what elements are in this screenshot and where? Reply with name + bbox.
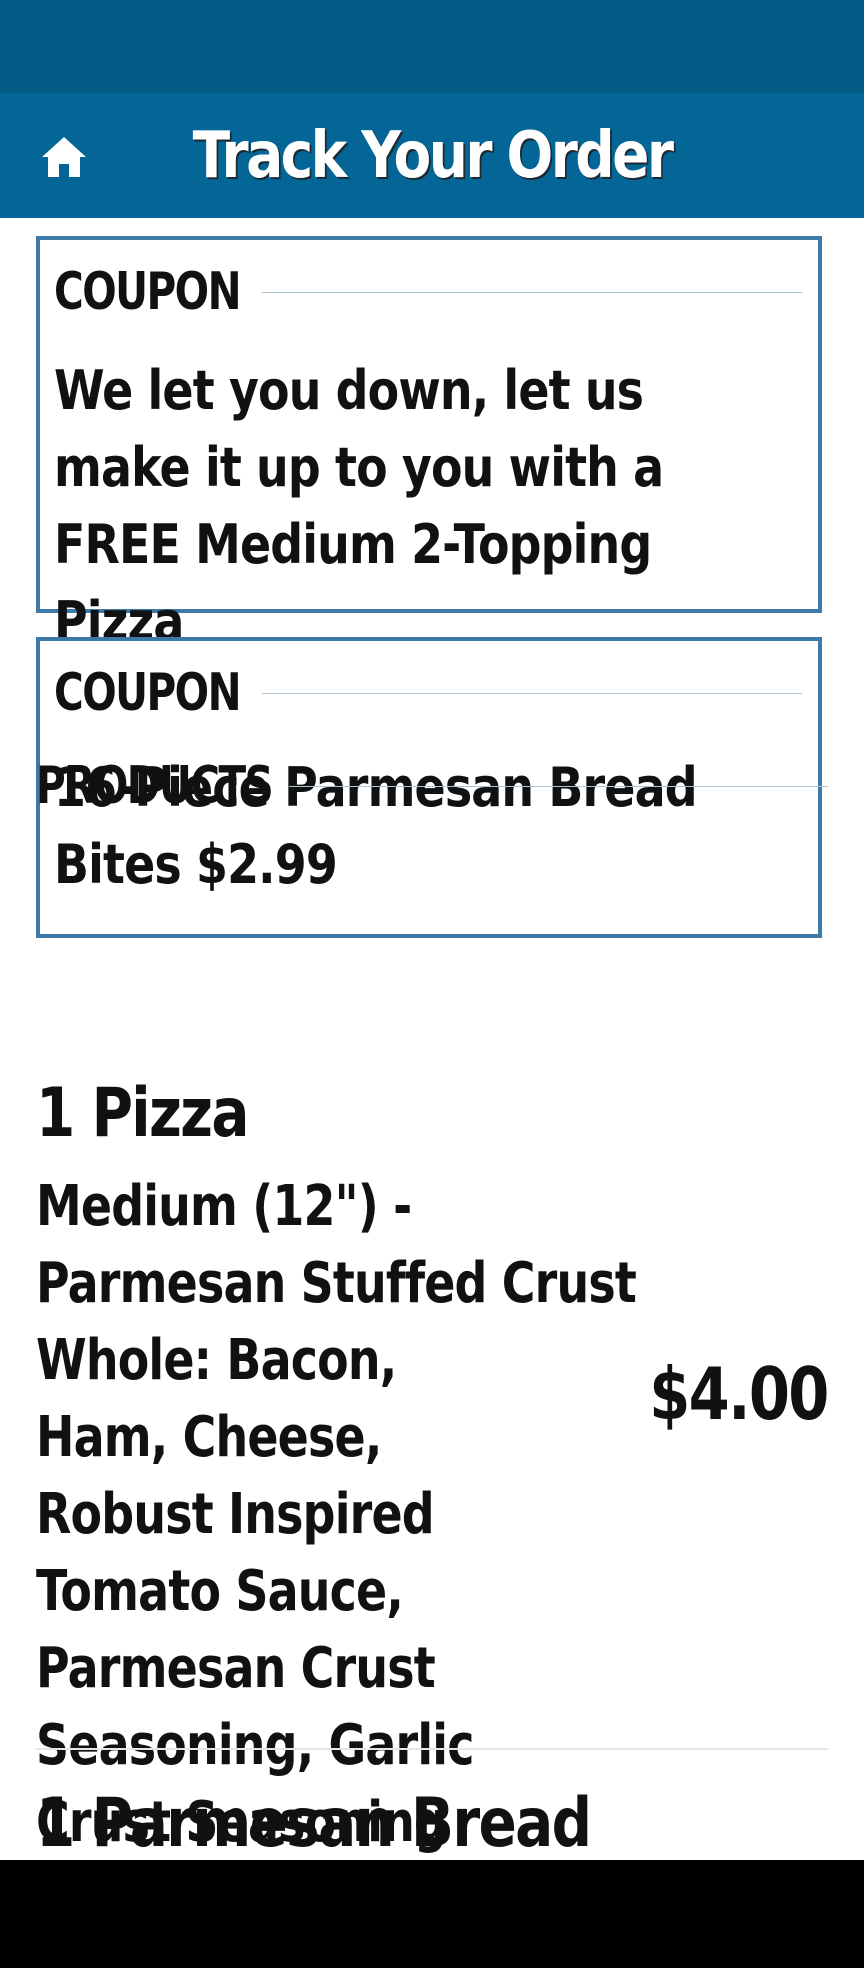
products-header-rule [288,785,828,787]
page-title: Track Your Order [192,118,674,193]
product-item[interactable]: 1 Parmesan Bread [36,1784,828,1863]
products-section-header: PRODUCTS [36,751,828,821]
product-title: 1 Parmesan Bread [36,1784,592,1863]
coupon-card[interactable]: COUPON We let you down, let us make it u… [36,236,822,653]
coupon-label: COUPON [54,262,242,322]
home-icon-glyph [42,137,86,177]
app-header: Track Your Order [0,93,864,218]
products-heading: PRODUCTS [36,756,274,816]
coupon-header-rule [262,692,802,694]
status-bar [0,0,864,93]
coupon-header: COUPON [54,262,802,322]
product-size-crust: Medium (12") - Parmesan Stuffed Crust [36,1174,637,1316]
product-price: $4.00 [649,1352,829,1436]
product-item[interactable]: 1 Pizza Medium (12") - Parmesan Stuffed … [36,1074,830,1855]
product-toppings: Whole: Bacon, Ham, Cheese, Robust Inspir… [36,1328,474,1855]
product-title: 1 Pizza [36,1074,249,1153]
product-divider [36,1748,828,1750]
system-navigation-bar [0,1860,864,1968]
coupon-header: COUPON [54,663,802,723]
coupon-header-rule [262,291,802,293]
home-icon[interactable] [38,131,90,183]
coupon-description: We let you down, let us make it up to yo… [54,359,664,653]
coupon-label: COUPON [54,663,242,723]
